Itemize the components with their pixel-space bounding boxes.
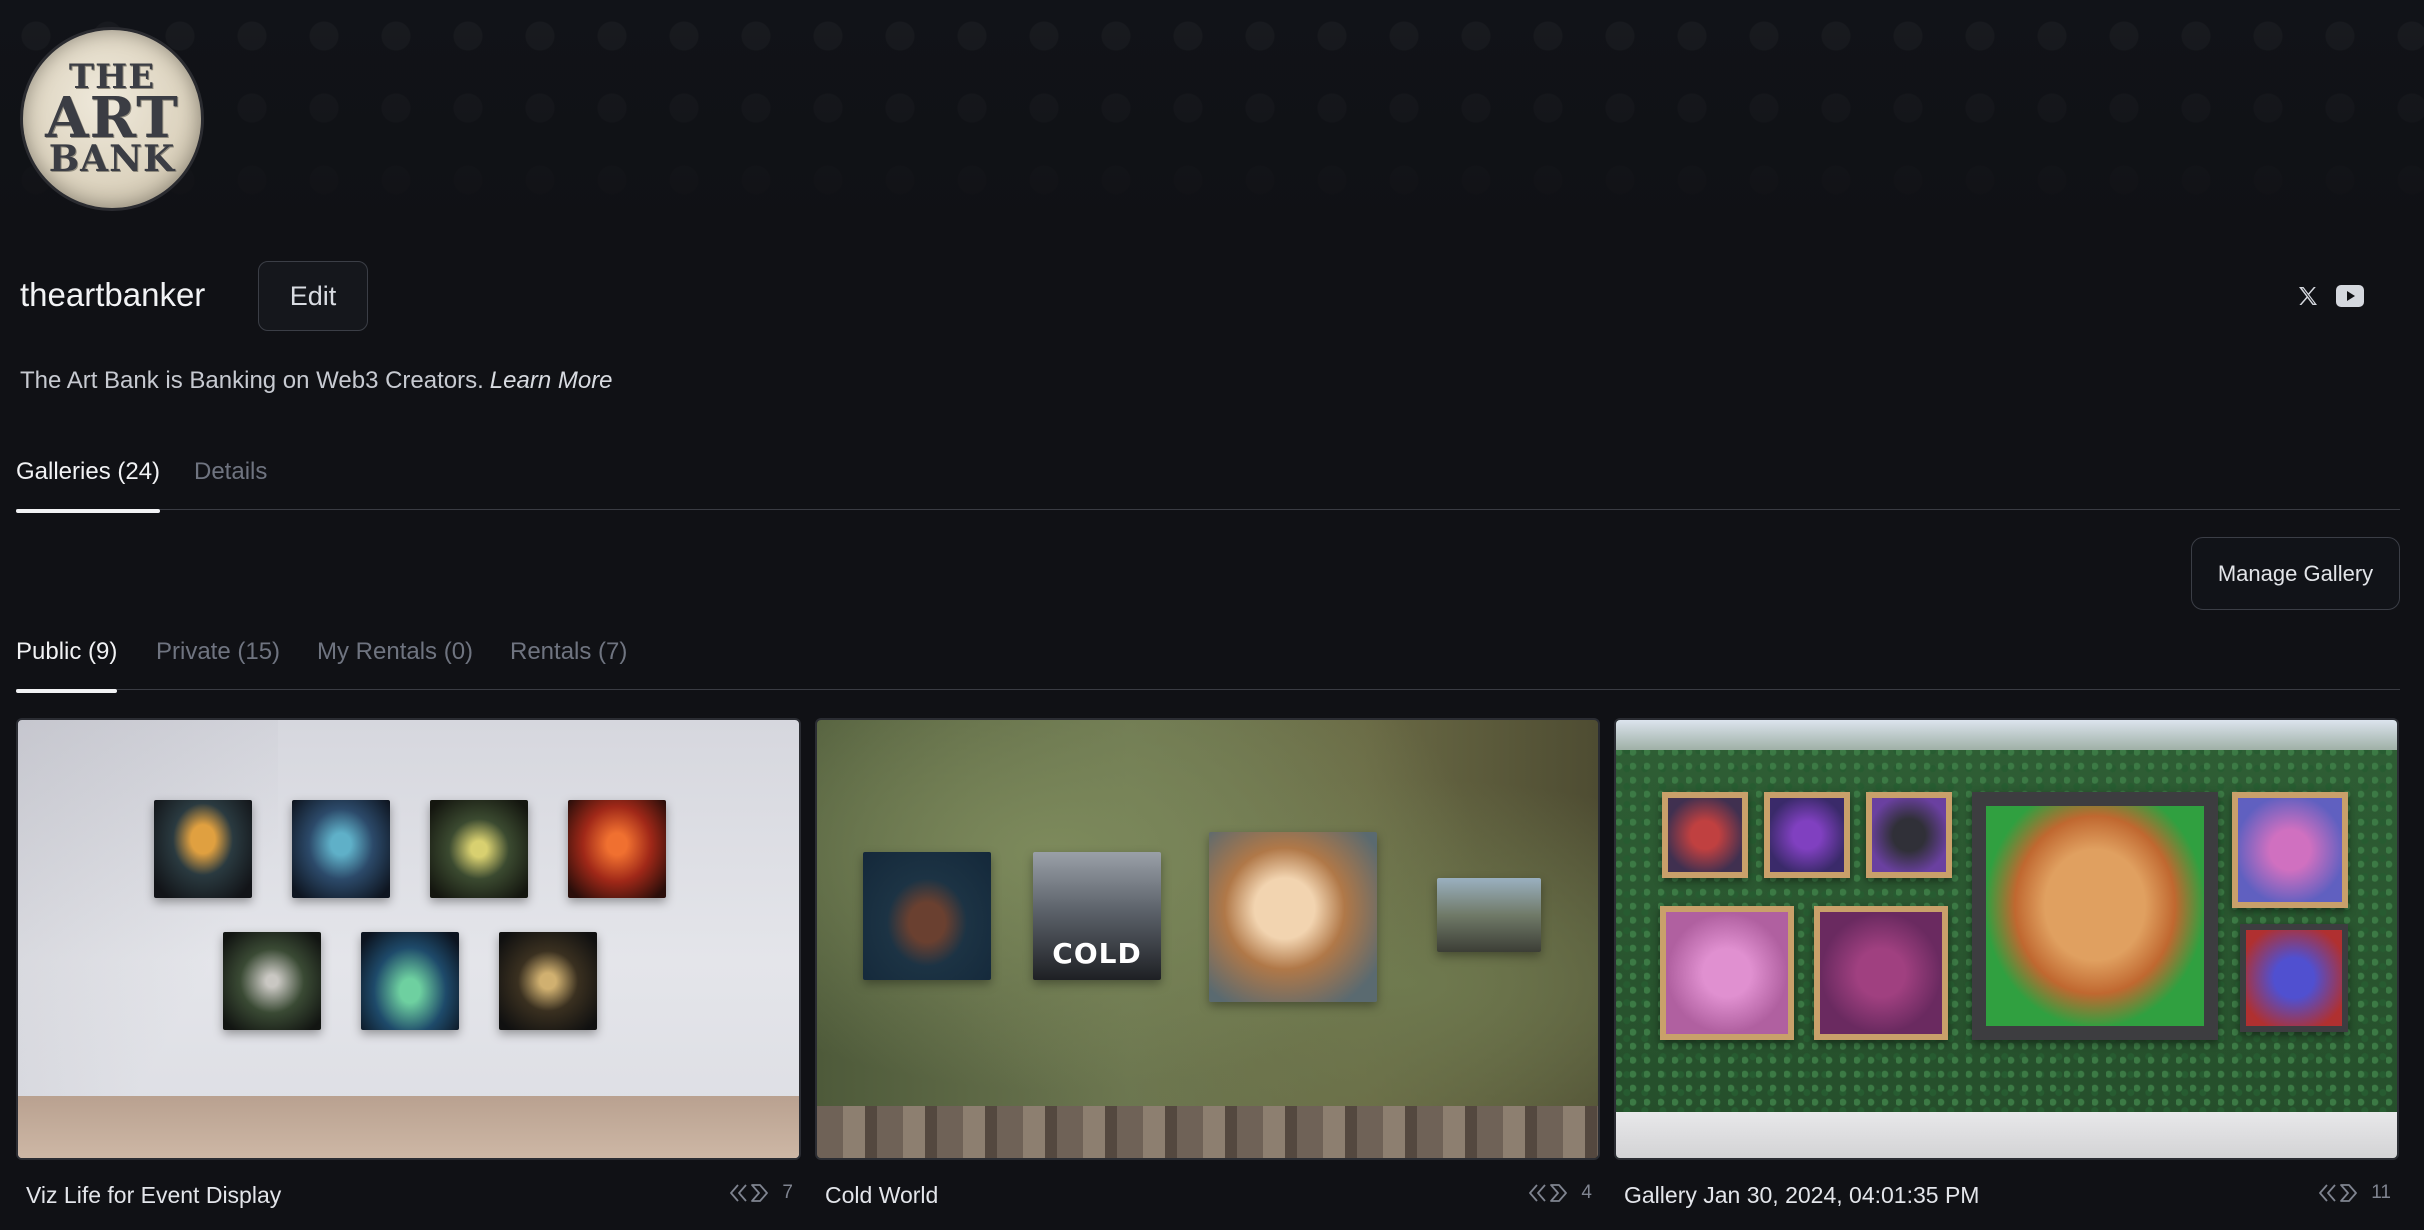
artwork — [1437, 878, 1541, 952]
gallery-thumbnail[interactable] — [1614, 718, 2399, 1160]
gallery-title[interactable]: Gallery Jan 30, 2024, 04:01:35 PM — [1624, 1182, 1979, 1209]
edit-profile-button[interactable]: Edit — [258, 261, 368, 331]
tab-details[interactable]: Details — [194, 458, 267, 510]
gallery-view-count: 7 — [782, 1182, 793, 1203]
tab-my-rentals[interactable]: My Rentals (0) — [317, 638, 473, 690]
artwork — [2232, 792, 2348, 908]
x-icon[interactable] — [2294, 282, 2322, 310]
tab-private[interactable]: Private (15) — [156, 638, 280, 690]
artwork — [361, 932, 459, 1030]
gallery-title[interactable]: Viz Life for Event Display — [26, 1182, 281, 1209]
manage-gallery-button[interactable]: Manage Gallery — [2191, 537, 2400, 610]
tab-rentals[interactable]: Rentals (7) — [510, 638, 627, 690]
username: theartbanker — [20, 276, 206, 313]
avatar[interactable]: THE ART BANK — [20, 27, 204, 211]
profile-page: THE ART BANK theartbanker Edit The Art B… — [0, 0, 2424, 1230]
gallery-thumbnail[interactable] — [16, 718, 801, 1160]
gallery-card[interactable]: Viz Life for Event Display 7 — [16, 718, 801, 1208]
artwork — [1209, 832, 1377, 1002]
artwork — [1814, 906, 1948, 1040]
artwork — [2240, 924, 2348, 1032]
gallery-card[interactable]: Gallery Jan 30, 2024, 04:01:35 PM 11 — [1614, 718, 2399, 1208]
views-chevron-icon — [2319, 1184, 2358, 1202]
tab-public[interactable]: Public (9) — [16, 638, 118, 693]
artwork — [499, 932, 597, 1030]
artwork — [223, 932, 321, 1030]
artwork — [292, 800, 390, 898]
artwork-cold-world: COLD — [1033, 852, 1161, 980]
profile-bio: The Art Bank is Banking on Web3 Creators… — [20, 367, 613, 395]
gallery-views: 11 — [2319, 1182, 2391, 1204]
artwork — [154, 800, 252, 898]
profile-tabs: Galleries (24) Details — [16, 458, 2400, 513]
gallery-title[interactable]: Cold World — [825, 1182, 938, 1209]
gallery-views: 4 — [1529, 1182, 1592, 1204]
artwork — [568, 800, 666, 898]
avatar-text-bank: BANK — [48, 138, 176, 181]
artwork — [1866, 792, 1952, 878]
gallery-view-count: 4 — [1581, 1182, 1592, 1203]
youtube-icon[interactable] — [2335, 282, 2365, 310]
artwork — [430, 800, 528, 898]
learn-more-link[interactable]: Learn More — [490, 367, 613, 394]
artwork — [1764, 792, 1850, 878]
bio-text: The Art Bank is Banking on Web3 Creators… — [20, 367, 484, 394]
gallery-thumbnail[interactable]: COLD — [815, 718, 1600, 1160]
gallery-view-count: 11 — [2371, 1182, 2391, 1203]
gallery-filter-tabs: Public (9) Private (15) My Rentals (0) R… — [16, 638, 2400, 693]
artwork — [863, 852, 991, 980]
tab-galleries[interactable]: Galleries (24) — [16, 458, 161, 513]
gallery-card[interactable]: COLD Cold World 4 — [815, 718, 1600, 1208]
gallery-views: 7 — [730, 1182, 793, 1204]
artwork-featured — [1972, 792, 2218, 1040]
views-chevron-icon — [730, 1184, 769, 1202]
views-chevron-icon — [1529, 1184, 1568, 1202]
artwork — [1662, 792, 1748, 878]
avatar-text-art: ART — [45, 84, 179, 151]
artwork — [1660, 906, 1794, 1040]
